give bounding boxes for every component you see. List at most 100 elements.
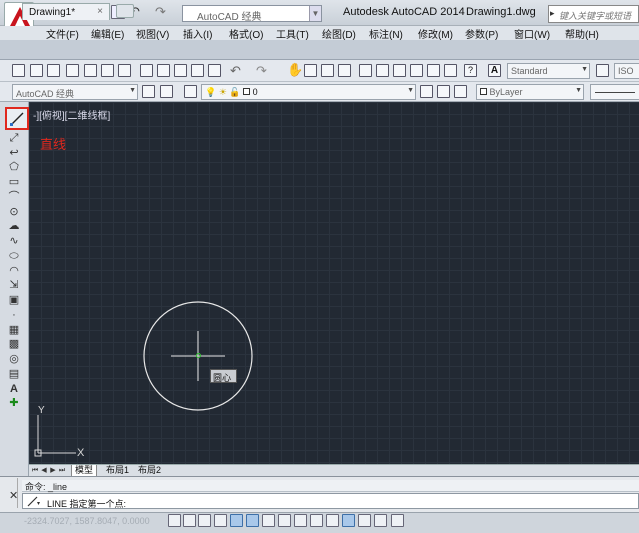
ellipse-arc-icon[interactable]: ◠: [7, 265, 21, 277]
lineweight-icon[interactable]: [326, 514, 339, 527]
block-editor-icon[interactable]: [208, 64, 221, 77]
help-search-input[interactable]: 键入关键字或短语: [548, 5, 639, 23]
circle-icon[interactable]: ⊙: [7, 206, 21, 218]
drawing-canvas[interactable]: [29, 102, 639, 476]
last-tab-icon[interactable]: ⏭: [58, 466, 66, 475]
insert-block-icon[interactable]: ⇲: [7, 279, 21, 291]
gradient-icon[interactable]: ▩: [7, 338, 21, 350]
markup-icon[interactable]: [427, 64, 440, 77]
zoom-realtime-icon[interactable]: [304, 64, 317, 77]
undo-icon[interactable]: ↶: [230, 63, 241, 79]
3d-object-snap-icon[interactable]: [262, 514, 275, 527]
cut-icon[interactable]: [140, 64, 153, 77]
new-tab-button[interactable]: [116, 4, 134, 18]
menu-insert[interactable]: 插入(I): [183, 26, 212, 41]
grid-display-icon[interactable]: [198, 514, 211, 527]
tab-drawing1[interactable]: Drawing1* ×: [22, 3, 110, 20]
quick-properties-icon[interactable]: [358, 514, 371, 527]
save-icon[interactable]: [47, 64, 60, 77]
workspace-dropdown-2[interactable]: AutoCAD 经典 ▼: [12, 84, 138, 100]
next-tab-icon[interactable]: ▶: [49, 466, 57, 475]
workspace-settings-icon[interactable]: [142, 85, 155, 98]
point-icon[interactable]: ·: [7, 309, 21, 321]
object-snap-tracking-icon[interactable]: [278, 514, 291, 527]
revision-cloud-icon[interactable]: ☁: [7, 220, 21, 232]
command-input[interactable]: ▾ LINE 指定第一个点:: [22, 493, 639, 509]
spline-icon[interactable]: ∿: [7, 235, 21, 247]
publish-icon[interactable]: [101, 64, 114, 77]
open-icon[interactable]: [30, 64, 43, 77]
quickcalc-icon[interactable]: [444, 64, 457, 77]
region-icon[interactable]: ◎: [7, 353, 21, 365]
linetype-dropdown[interactable]: [590, 84, 639, 100]
help-icon[interactable]: ?: [464, 64, 477, 77]
object-snap-icon[interactable]: [246, 514, 259, 527]
previous-tab-icon[interactable]: ◀: [40, 466, 48, 475]
properties-icon[interactable]: [359, 64, 372, 77]
construction-line-icon[interactable]: ⤢: [7, 132, 21, 144]
infer-constraints-icon[interactable]: [168, 514, 181, 527]
snap-mode-icon[interactable]: [183, 514, 196, 527]
customize-icon[interactable]: [160, 85, 173, 98]
workspace-dropdown[interactable]: AutoCAD 经典 ▼: [182, 5, 322, 23]
menu-edit[interactable]: 编辑(E): [91, 26, 124, 41]
menu-help[interactable]: 帮助(H): [565, 26, 599, 41]
add-selected-icon[interactable]: ✚: [7, 397, 21, 409]
menu-file[interactable]: 文件(F): [46, 26, 79, 41]
match-properties-icon[interactable]: [191, 64, 204, 77]
plot-icon[interactable]: [66, 64, 79, 77]
redo-icon[interactable]: ↷: [256, 63, 267, 79]
menu-window[interactable]: 窗口(W): [514, 26, 550, 41]
dim-style-dropdown[interactable]: ISO: [614, 63, 639, 79]
zoom-window-icon[interactable]: [321, 64, 334, 77]
dim-style-icon[interactable]: [596, 64, 609, 77]
polygon-icon[interactable]: ⬠: [7, 161, 21, 173]
polyline-icon[interactable]: ↩: [7, 147, 21, 159]
close-icon[interactable]: ✕: [9, 489, 18, 502]
copy-icon[interactable]: [157, 64, 170, 77]
menu-draw[interactable]: 绘图(D): [322, 26, 356, 41]
make-current-layer-icon[interactable]: [420, 85, 433, 98]
cursor-coordinates[interactable]: -2324.7027, 1587.8047, 0.0000: [24, 516, 150, 526]
layer-properties-icon[interactable]: [184, 85, 197, 98]
make-block-icon[interactable]: ▣: [7, 294, 21, 306]
multiline-text-icon[interactable]: A: [7, 383, 21, 395]
table-icon[interactable]: ▤: [7, 368, 21, 380]
paste-icon[interactable]: [174, 64, 187, 77]
design-center-icon[interactable]: [376, 64, 389, 77]
menu-dimension[interactable]: 标注(N): [369, 26, 403, 41]
first-tab-icon[interactable]: ⏮: [31, 466, 39, 475]
tool-palettes-icon[interactable]: [393, 64, 406, 77]
rectangle-icon[interactable]: ▭: [7, 176, 21, 188]
menu-parameter[interactable]: 参数(P): [465, 26, 498, 41]
plot-preview-icon[interactable]: [84, 64, 97, 77]
transparency-icon[interactable]: [342, 514, 355, 527]
dynamic-input-icon[interactable]: [310, 514, 323, 527]
redo-icon[interactable]: ↷: [155, 4, 166, 20]
arc-icon[interactable]: ⌒: [7, 191, 21, 203]
menu-view[interactable]: 视图(V): [136, 26, 169, 41]
text-style-icon[interactable]: A: [488, 64, 501, 77]
zoom-previous-icon[interactable]: [338, 64, 351, 77]
menu-format[interactable]: 格式(O): [229, 26, 263, 41]
dynamic-ucs-icon[interactable]: [294, 514, 307, 527]
layer-previous-icon[interactable]: [437, 85, 450, 98]
annotation-monitor-icon[interactable]: [391, 514, 404, 527]
ortho-mode-icon[interactable]: [214, 514, 227, 527]
hatch-icon[interactable]: ▦: [7, 324, 21, 336]
qnew-icon[interactable]: [12, 64, 25, 77]
layer-dropdown[interactable]: 💡 ☀ 🔓 0 ▼: [201, 84, 416, 100]
sheet-set-icon[interactable]: [410, 64, 423, 77]
text-style-dropdown[interactable]: Standard ▼: [507, 63, 590, 79]
layer-state-icon[interactable]: [454, 85, 467, 98]
menu-tools[interactable]: 工具(T): [276, 26, 309, 41]
menu-modify[interactable]: 修改(M): [418, 26, 453, 41]
color-dropdown[interactable]: ByLayer ▼: [476, 84, 584, 100]
close-icon[interactable]: ×: [97, 6, 103, 17]
selection-cycling-icon[interactable]: [374, 514, 387, 527]
pan-icon[interactable]: ✋: [287, 62, 303, 78]
3d-dwf-icon[interactable]: [118, 64, 131, 77]
ellipse-icon[interactable]: ⬭: [7, 250, 21, 262]
line-tool-button[interactable]: [5, 107, 29, 130]
viewport-controls[interactable]: -][俯视][二维线框]: [33, 107, 110, 122]
